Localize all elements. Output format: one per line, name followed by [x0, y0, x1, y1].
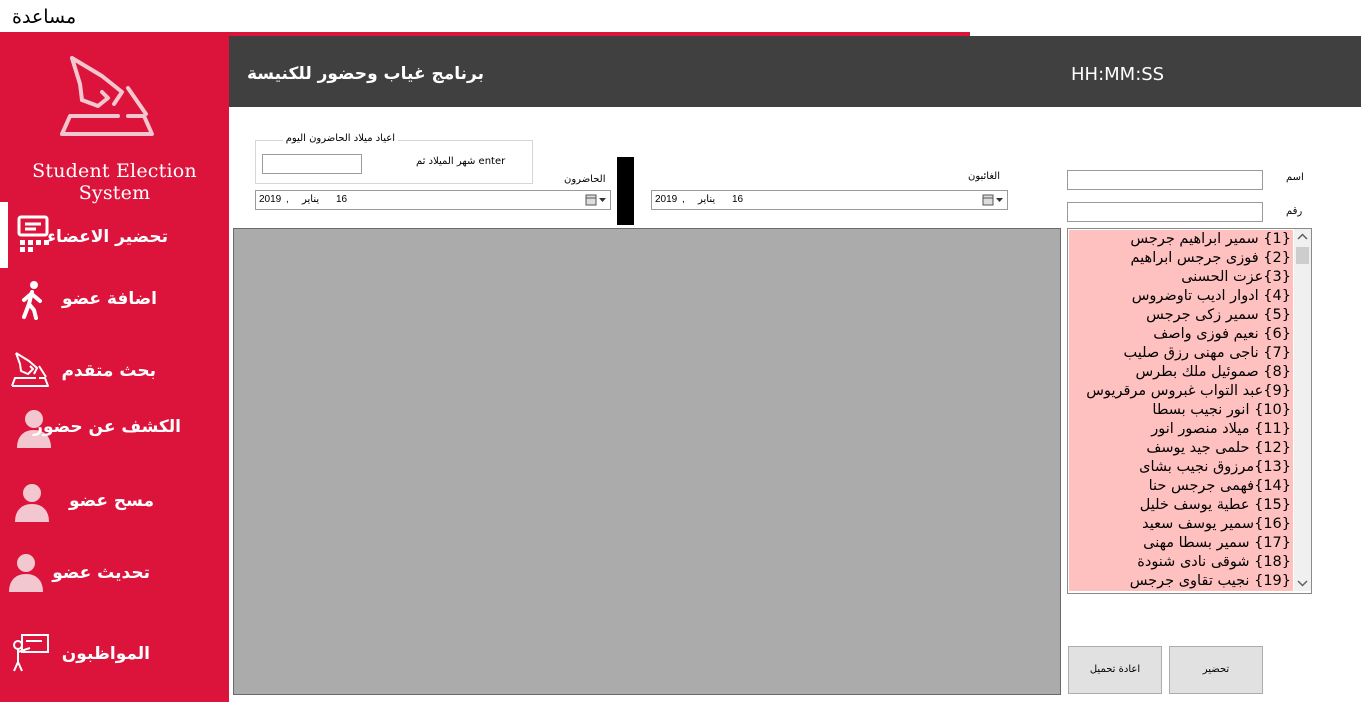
list-item[interactable]: {16}سمير يوسف سعيد [1069, 515, 1293, 534]
nav-add-member-label: اضافة عضو [61, 289, 157, 309]
nav-attendance-report[interactable]: الكشف عن حضور [0, 406, 229, 466]
nav-attendance-report-label: الكشف عن حضور [33, 417, 181, 437]
list-item[interactable]: {10} انور نجيب بسطا [1069, 401, 1293, 420]
present-date-picker[interactable]: 2019 , يناير 16 [255, 190, 611, 210]
name-label: اسم [1286, 172, 1304, 183]
list-item[interactable]: {8} صموئيل ملك بطرس [1069, 363, 1293, 382]
user-icon [9, 554, 43, 592]
page-title: برنامج غياب وحضور للكنيسة [247, 64, 484, 84]
calendar-dropdown-icon[interactable] [585, 193, 607, 207]
nav-attend-members[interactable]: تحضير الاعضاء [0, 206, 229, 266]
absent-date-month: يناير [698, 194, 716, 205]
sidebar: Student Election System تحضير الاعضاء اض… [0, 36, 229, 702]
present-date-day: 16 [336, 194, 348, 205]
list-item[interactable]: {11} ميلاد منصور انور [1069, 420, 1293, 439]
nav-regular-attendees[interactable]: المواظبون [0, 628, 229, 688]
walking-person-icon [22, 281, 42, 320]
nav-advanced-search[interactable]: بحث متقدم [0, 348, 229, 408]
list-item[interactable]: {2} فوزى جرجس ابراهيم [1069, 249, 1293, 268]
list-scrollbar[interactable] [1294, 229, 1311, 591]
list-item[interactable]: {13}مرزوق نجيب بشاى [1069, 458, 1293, 477]
absent-date-picker[interactable]: 2019 , يناير 16 [651, 190, 1008, 210]
nav-delete-member[interactable]: مسح عضو [0, 478, 229, 538]
list-item[interactable]: {19} نجيب تقاوى جرجس [1069, 572, 1293, 591]
nav-regular-attendees-label: المواظبون [61, 644, 150, 664]
nav-delete-member-label: مسح عضو [68, 491, 154, 511]
ballot-box-icon [11, 352, 49, 387]
attend-button[interactable]: تحضير [1169, 646, 1263, 694]
present-date-month: يناير [302, 194, 320, 205]
nav-attend-members-label: تحضير الاعضاء [47, 227, 168, 247]
absent-date-year: 2019 [655, 194, 678, 205]
present-date-separator: , [286, 194, 289, 205]
present-label: الحاضرون [564, 174, 606, 185]
number-label: رقم [1286, 206, 1303, 217]
list-item[interactable]: {5} سمير زكى جرجس [1069, 306, 1293, 325]
list-item[interactable]: {12} حلمى جيد يوسف [1069, 439, 1293, 458]
list-item[interactable]: {7} ناجى مهنى رزق صليب [1069, 344, 1293, 363]
absent-label: الغائبون [968, 171, 1001, 182]
number-input[interactable] [1067, 202, 1263, 222]
user-icon [15, 484, 49, 522]
list-item[interactable]: {1} سمير ابراهيم جرجس [1069, 230, 1293, 249]
ballot-box-logo-icon [60, 56, 154, 136]
name-input[interactable] [1067, 170, 1263, 190]
nav-add-member[interactable]: اضافة عضو [0, 276, 229, 336]
birth-month-label: شهر الميلاد ثم enter [416, 156, 506, 167]
absent-date-separator: , [682, 194, 685, 205]
scroll-down-arrow-icon[interactable] [1294, 574, 1311, 591]
list-item[interactable]: {6} نعيم فوزى واصف [1069, 325, 1293, 344]
nav-update-member-label: تحديث عضو [52, 563, 150, 583]
absent-date-day: 16 [732, 194, 744, 205]
header-bar: برنامج غياب وحضور للكنيسة HH:MM:SS [229, 36, 1361, 107]
scroll-thumb[interactable] [1296, 247, 1309, 264]
list-item[interactable]: {17} سمير بسطا مهنى [1069, 534, 1293, 553]
birthdays-groupbox: اعياد ميلاد الحاضرون اليوم شهر الميلاد ث… [255, 133, 533, 184]
clock-display: HH:MM:SS [1071, 64, 1165, 85]
birthdays-group-title: اعياد ميلاد الحاضرون اليوم [282, 133, 398, 144]
teacher-board-icon [13, 634, 49, 672]
app-title: Student Election System [32, 160, 197, 204]
data-grid[interactable] [233, 228, 1061, 695]
present-date-year: 2019 [259, 194, 282, 205]
members-list: {1} سمير ابراهيم جرجس {2} فوزى جرجس ابراه… [1069, 230, 1293, 591]
list-item[interactable]: {9}عبد التواب غبروس مرقريوس [1069, 382, 1293, 401]
menu-help[interactable]: مساعدة [12, 6, 76, 28]
reload-button[interactable]: اعادة تحميل [1068, 646, 1162, 694]
divider-bar [617, 157, 634, 225]
calendar-dropdown-icon[interactable] [982, 193, 1004, 207]
scroll-up-arrow-icon[interactable] [1294, 229, 1311, 246]
list-item[interactable]: {3}عزت الحسنى [1069, 268, 1293, 287]
nav-update-member[interactable]: تحديث عضو [0, 550, 229, 610]
members-listbox[interactable]: {1} سمير ابراهيم جرجس {2} فوزى جرجس ابراه… [1067, 228, 1312, 594]
list-item[interactable]: {18} شوقى نادى شنودة [1069, 553, 1293, 572]
list-item[interactable]: {14}فهمى جرجس حنا [1069, 477, 1293, 496]
list-item[interactable]: {15} عطية يوسف خليل [1069, 496, 1293, 515]
list-item[interactable]: {4} ادوار اديب تاوضروس [1069, 287, 1293, 306]
menu-bar: مساعدة [0, 0, 1361, 34]
birth-month-input[interactable] [262, 154, 362, 174]
nav-advanced-search-label: بحث متقدم [61, 361, 156, 381]
